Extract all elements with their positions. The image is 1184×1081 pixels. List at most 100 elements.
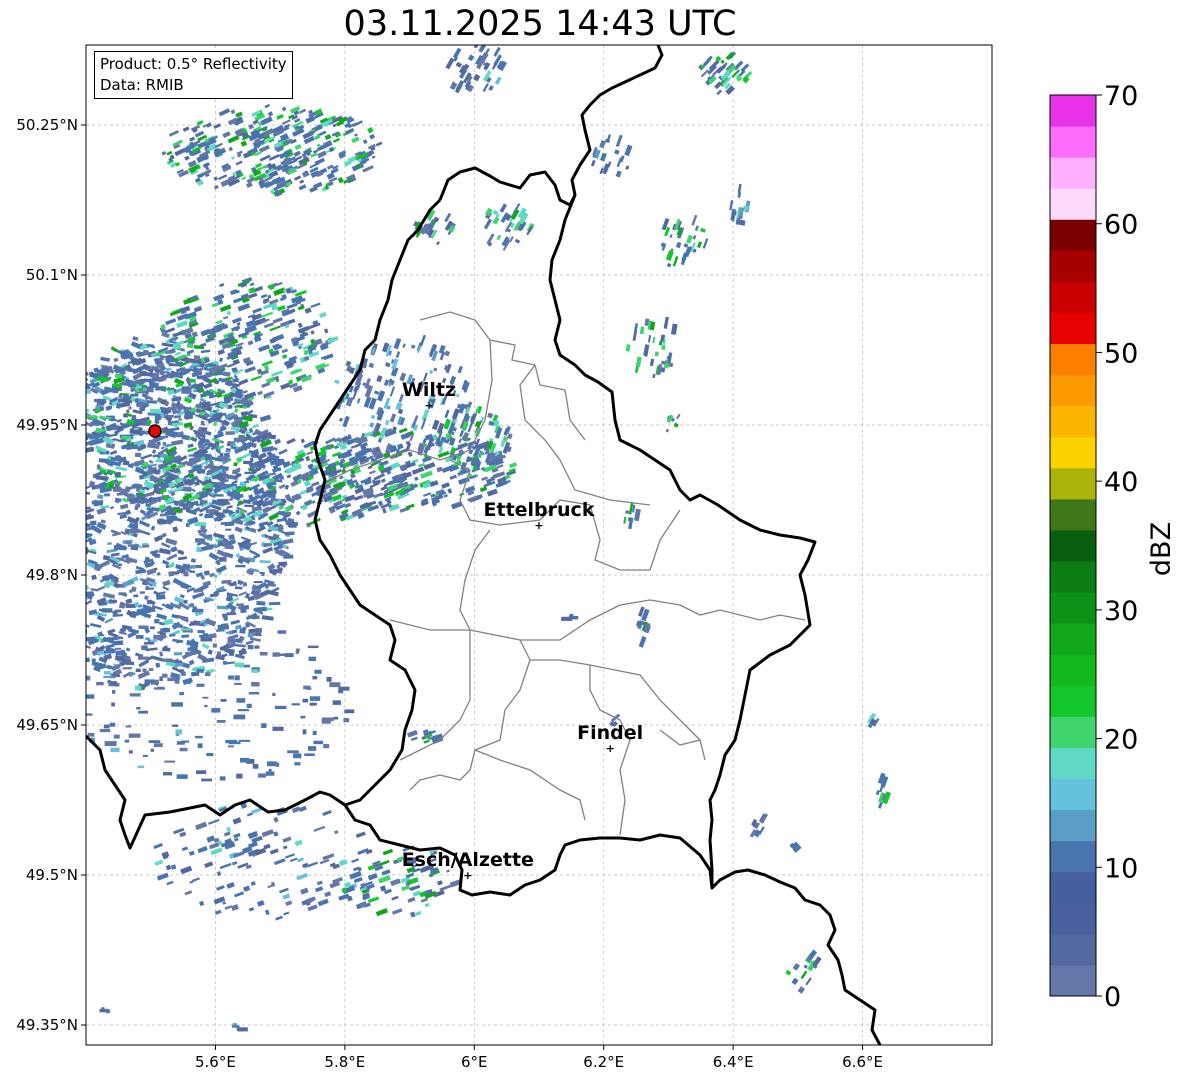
radar-echo (329, 682, 341, 688)
radar-echo (39, 535, 46, 540)
radar-echo (235, 564, 246, 568)
radar-echo (43, 500, 47, 504)
radar-echo (57, 597, 67, 601)
x-tick-label: 5.6°E (195, 1053, 236, 1071)
radar-echo (91, 658, 96, 662)
radar-echo (80, 566, 84, 570)
radar-echo (176, 774, 188, 779)
radar-echo (149, 639, 158, 643)
radar-echo (79, 381, 86, 385)
radar-echo (31, 512, 37, 516)
radar-echo (25, 466, 30, 469)
radar-echo (58, 551, 67, 558)
radar-echo (60, 539, 67, 544)
radar-echo (275, 762, 280, 767)
radar-echo (64, 539, 70, 543)
radar-echo (153, 743, 163, 748)
radar-echo (212, 643, 218, 648)
radar-echo (63, 631, 71, 638)
radar-echo (135, 635, 144, 639)
x-tick-label: 6.6°E (842, 1053, 883, 1071)
radar-echo (61, 537, 70, 543)
radar-echo (54, 524, 61, 530)
radar-echo (42, 552, 48, 557)
radar-echo (206, 752, 214, 757)
colorbar-segment (1050, 312, 1096, 345)
radar-echo (193, 355, 201, 360)
radar-echo (34, 522, 40, 525)
radar-echo (33, 437, 43, 442)
radar-echo (86, 372, 87, 381)
radar-echo (284, 531, 295, 536)
radar-echo (77, 391, 84, 395)
radar-echo (78, 446, 83, 449)
radar-echo (142, 544, 150, 548)
radar-echo (198, 468, 206, 474)
y-tick-label: 50.1°N (26, 266, 78, 284)
radar-echo (252, 764, 259, 769)
radar-echo (122, 667, 132, 670)
radar-echo (86, 694, 95, 699)
radar-echo (233, 714, 246, 720)
radar-echo (219, 776, 226, 781)
radar-echo (46, 507, 53, 510)
radar-echo (183, 573, 189, 577)
radar-site-marker (148, 424, 162, 438)
radar-echo (141, 608, 150, 614)
radar-echo (73, 558, 77, 561)
radar-echo (148, 740, 161, 743)
radar-echo (16, 556, 26, 563)
radar-echo (23, 466, 28, 470)
radar-echo (113, 544, 126, 551)
radar-echo (149, 626, 155, 630)
radar-echo (41, 458, 52, 465)
radar-echo (21, 540, 25, 544)
radar-echo (31, 464, 38, 470)
radar-echo (72, 404, 80, 409)
radar-echo (12, 532, 24, 541)
radar-echo (31, 510, 38, 517)
colorbar-segment (1050, 809, 1096, 842)
radar-echo (302, 729, 307, 735)
radar-echo (175, 663, 184, 667)
radar-echo (70, 598, 76, 602)
radar-echo (125, 603, 136, 609)
radar-echo (35, 523, 46, 528)
radar-echo (294, 762, 301, 766)
radar-echo (154, 471, 160, 475)
radar-echo (156, 441, 161, 446)
radar-echo (265, 771, 275, 776)
radar-echo (12, 540, 19, 545)
radar-echo (31, 588, 43, 594)
radar-echo (72, 594, 80, 599)
radar-echo (164, 350, 171, 354)
radar-echo (225, 643, 235, 646)
radar-echo (25, 481, 33, 485)
radar-echo (80, 639, 86, 645)
radar-echo (258, 627, 262, 633)
radar-echo (217, 651, 222, 657)
colorbar-tick-label: 30 (1104, 596, 1138, 627)
y-tick-label: 49.5°N (26, 866, 78, 884)
radar-echo (130, 393, 139, 397)
radar-echo (73, 598, 78, 602)
radar-echo (142, 349, 149, 356)
radar-echo (259, 651, 268, 656)
radar-echo (172, 724, 179, 727)
radar-echo (45, 551, 55, 555)
radar-echo (196, 683, 205, 687)
radar-echo (76, 606, 84, 611)
radar-echo (278, 561, 288, 567)
colorbar-tick-label: 60 (1104, 210, 1138, 241)
colorbar-segment (1050, 716, 1096, 748)
radar-echo (132, 523, 139, 529)
radar-echo (39, 592, 44, 596)
radar-echo (14, 497, 24, 500)
radar-echo (125, 725, 132, 728)
radar-echo (113, 640, 124, 646)
radar-echo (162, 673, 168, 678)
radar-echo (86, 713, 93, 716)
radar-echo (227, 745, 234, 748)
colorbar-segment (1050, 747, 1096, 780)
radar-echo (246, 703, 252, 708)
